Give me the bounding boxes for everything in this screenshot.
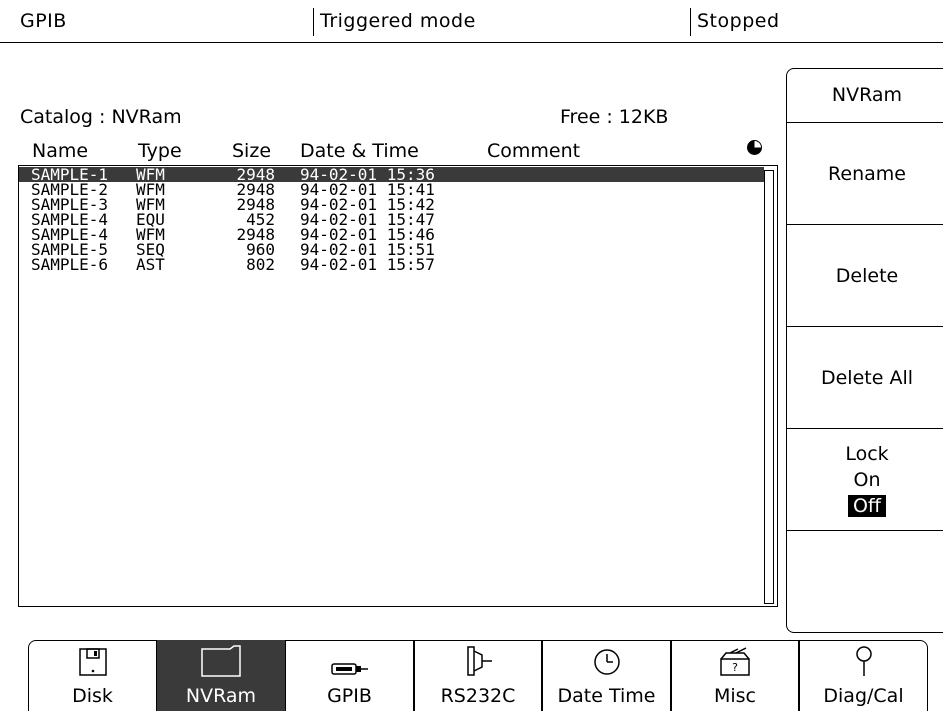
svg-text:?: ? <box>732 661 738 674</box>
clock-icon <box>593 649 620 675</box>
file-size-cell: 802 <box>246 255 275 274</box>
column-header-comment: Comment <box>487 140 581 162</box>
column-header-name: Name <box>32 140 89 162</box>
column-header-size: Size <box>232 140 272 162</box>
scrollbar[interactable] <box>764 170 774 604</box>
table-row[interactable]: SAMPLE-6 AST 802 94-02-01 15:57 <box>19 255 764 274</box>
lock-off-option[interactable]: Off <box>847 494 887 517</box>
tab-misc[interactable]: ? Misc <box>671 640 799 711</box>
tab-label: Diag/Cal <box>823 685 904 707</box>
tab-label: RS232C <box>440 685 516 707</box>
file-name-cell: SAMPLE-6 <box>31 255 109 274</box>
side-menu-divider <box>787 530 943 531</box>
column-header-type: Type <box>138 140 182 162</box>
status-state: Stopped <box>697 10 780 32</box>
lock-toggle[interactable]: Lock On Off <box>787 429 943 530</box>
catalog-title: Catalog : NVRam <box>20 106 182 128</box>
side-menu-title: NVRam <box>831 84 903 106</box>
free-space-label: Free : 12KB <box>560 106 669 128</box>
lock-label: Lock <box>845 442 889 465</box>
file-type-cell: AST <box>136 255 165 274</box>
pie-dot-icon <box>747 140 762 155</box>
tab-rs232c[interactable]: RS232C <box>414 640 542 711</box>
status-divider <box>690 8 691 36</box>
serial-connector-icon <box>467 646 492 676</box>
status-interface: GPIB <box>20 10 67 32</box>
gpib-connector-icon <box>330 663 368 675</box>
tab-label: GPIB <box>327 685 372 707</box>
tab-label: Misc <box>713 685 757 707</box>
toolbox-icon: ? <box>720 647 750 676</box>
tab-label: NVRam <box>185 685 257 707</box>
bottom-tab-bar: Disk NVRam GPIB RS232C Date Time ? Misc … <box>28 640 943 711</box>
probe-icon <box>855 646 872 676</box>
tab-label: Date Time <box>557 685 656 707</box>
tab-gpib[interactable]: GPIB <box>285 640 414 711</box>
column-header-date-time: Date & Time <box>300 140 419 162</box>
status-mode: Triggered mode <box>320 10 476 32</box>
rename-button[interactable]: Rename <box>787 123 943 224</box>
delete-button[interactable]: Delete <box>787 225 943 326</box>
lock-on-option[interactable]: On <box>853 469 880 491</box>
side-menu: NVRam Rename Delete Delete All Lock On O… <box>786 68 943 633</box>
delete-all-button[interactable]: Delete All <box>787 327 943 428</box>
tab-date-time[interactable]: Date Time <box>542 640 671 711</box>
tab-diag-cal[interactable]: Diag/Cal <box>799 640 928 711</box>
file-list[interactable]: SAMPLE-1 WFM 2948 94-02-01 15:36 SAMPLE-2 WFM… <box>18 165 778 607</box>
file-date-cell: 94-02-01 15:57 <box>300 255 435 274</box>
status-divider <box>313 8 314 36</box>
floppy-disk-icon <box>78 648 107 676</box>
tab-nvram[interactable]: NVRam <box>157 640 285 711</box>
tab-disk[interactable]: Disk <box>28 640 157 711</box>
folder-icon <box>201 645 241 677</box>
tab-label: Disk <box>72 685 113 707</box>
status-bar: GPIB Triggered mode Stopped <box>0 0 943 43</box>
